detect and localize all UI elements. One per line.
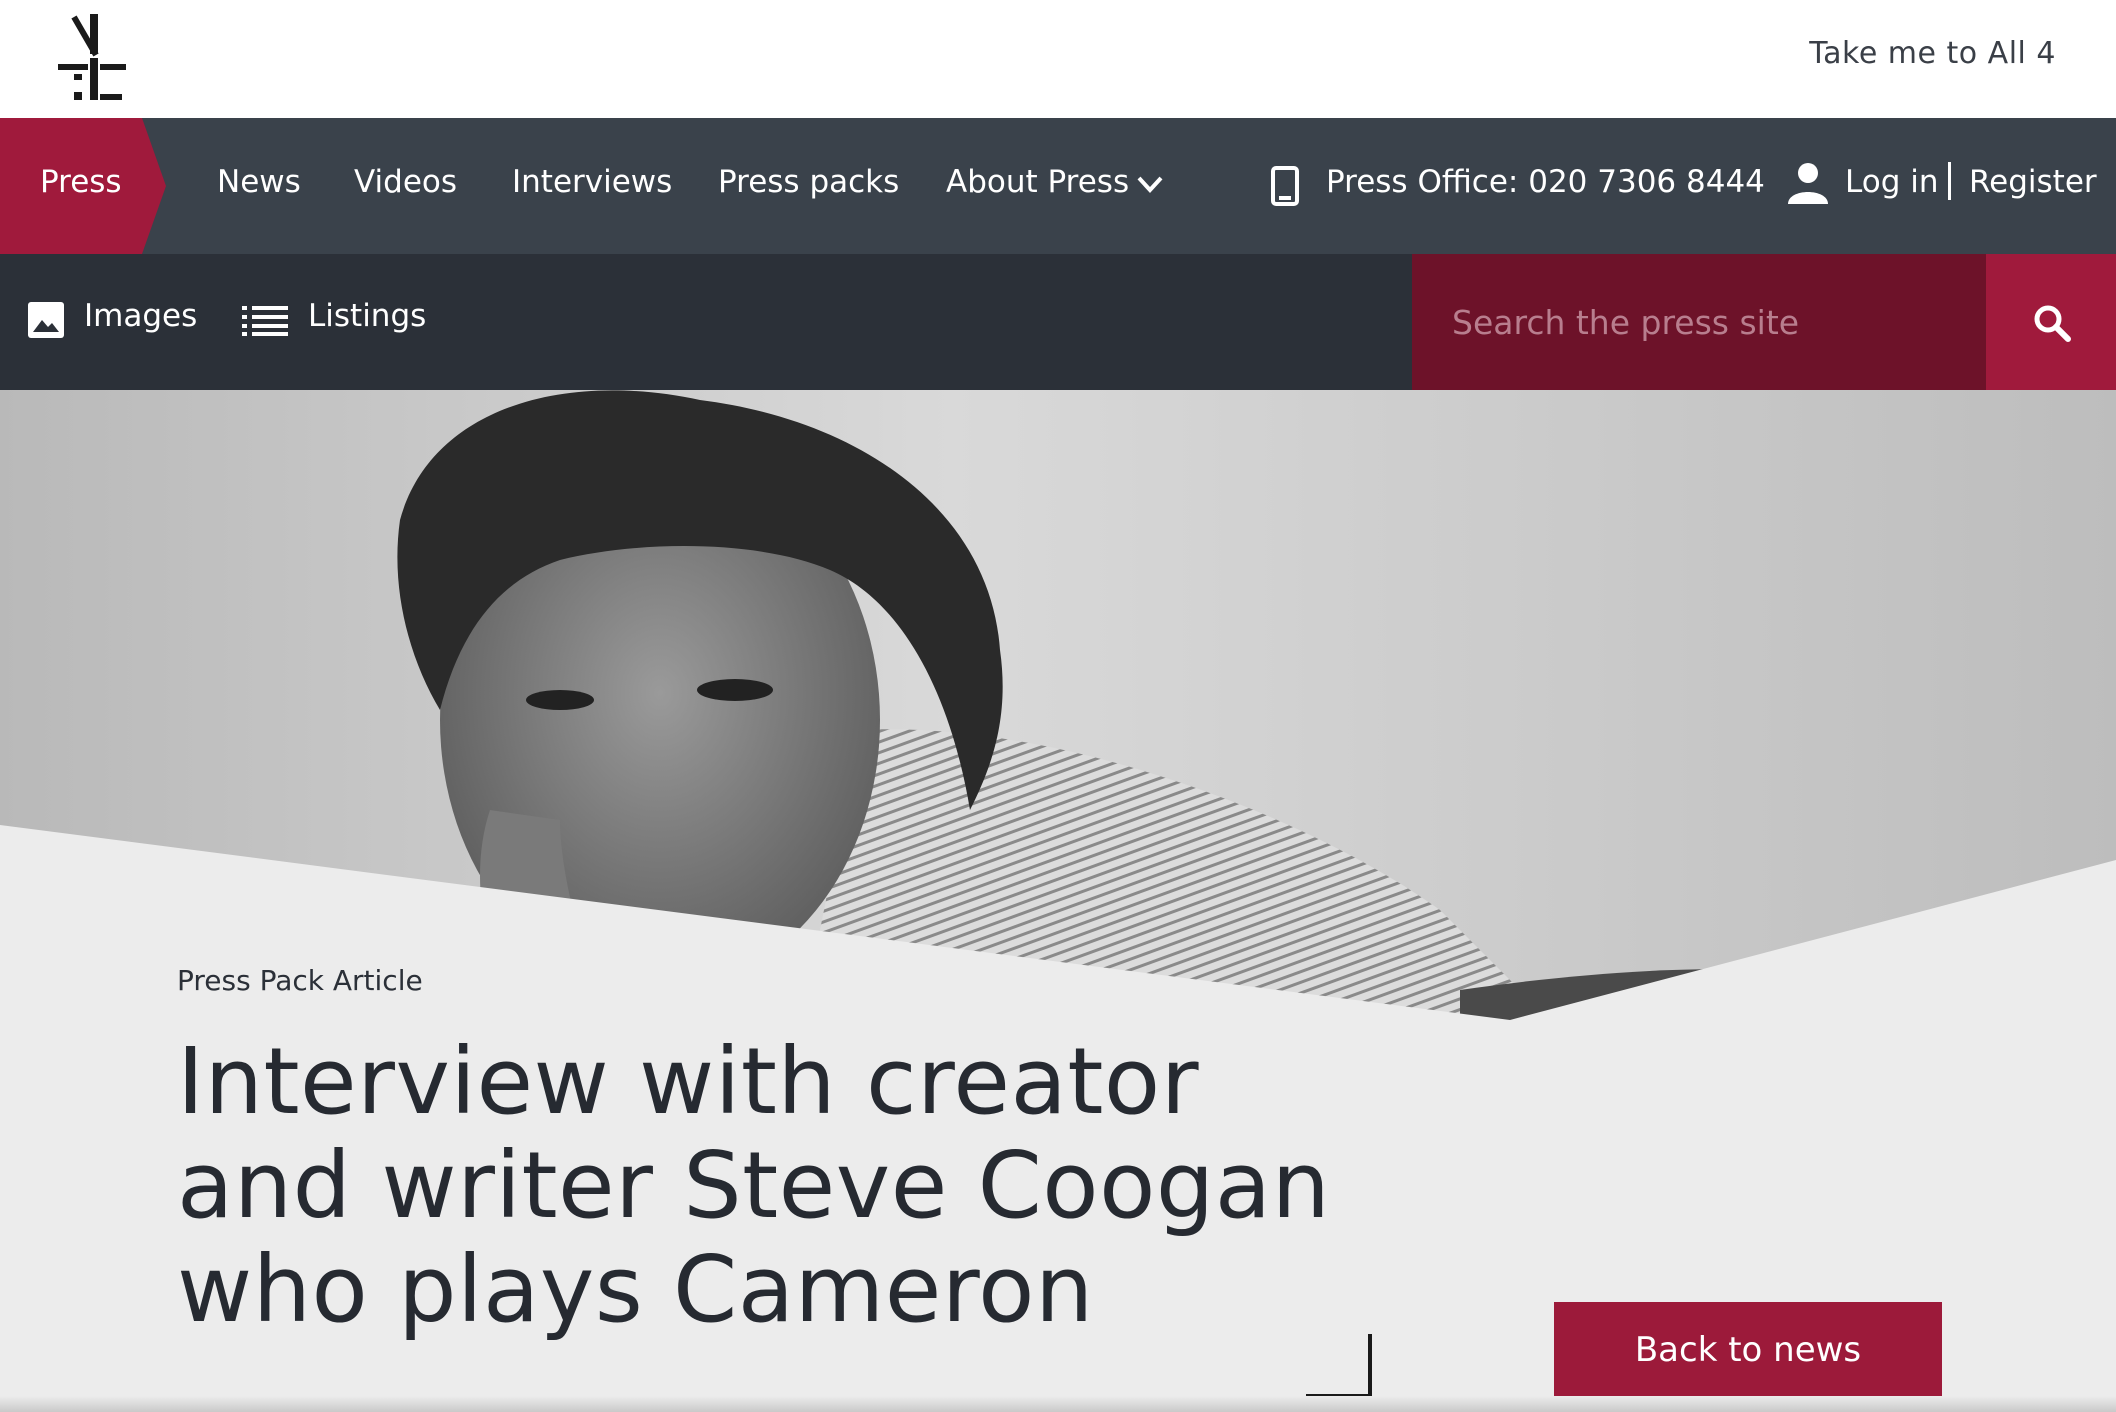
article-title-line-3: who plays Cameron — [177, 1236, 1094, 1343]
search-input[interactable] — [1452, 294, 1962, 350]
search-icon — [2034, 305, 2071, 342]
article-title-line-1: Interview with creator — [177, 1028, 1200, 1135]
press-office-phone: Press Office: 020 7306 8444 — [1326, 164, 1765, 200]
corner-mark — [1306, 1334, 1372, 1398]
phone-icon — [1271, 166, 1299, 206]
nav-interviews[interactable]: Interviews — [512, 164, 672, 200]
article-title: Interview with creator and writer Steve … — [177, 1030, 1477, 1342]
channel-4-logo-icon[interactable] — [56, 12, 128, 106]
login-register-divider — [1948, 162, 1951, 200]
top-header: Take me to All 4 — [0, 0, 2116, 118]
article-kicker: Press Pack Article — [177, 964, 423, 997]
primary-nav: Press News Videos Interviews Press packs… — [0, 118, 2116, 254]
nav-videos[interactable]: Videos — [354, 164, 457, 200]
images-link[interactable]: Images — [84, 298, 197, 334]
nav-press-tab[interactable]: Press — [0, 118, 166, 254]
nav-press-packs[interactable]: Press packs — [718, 164, 899, 200]
list-icon[interactable] — [242, 306, 288, 336]
bottom-shade — [0, 1396, 2116, 1412]
all4-link[interactable]: Take me to All 4 — [1809, 36, 2056, 71]
nav-about-press[interactable]: About Press — [946, 164, 1129, 200]
nav-news[interactable]: News — [217, 164, 301, 200]
user-icon — [1788, 163, 1828, 204]
register-link[interactable]: Register — [1969, 164, 2097, 200]
article-title-line-2: and writer Steve Coogan — [177, 1132, 1331, 1239]
search-box — [1412, 254, 1986, 390]
listings-link[interactable]: Listings — [308, 298, 426, 334]
secondary-nav: Images Listings — [0, 254, 2116, 390]
nav-press-label: Press — [40, 164, 122, 200]
search-button[interactable] — [1986, 254, 2116, 390]
back-to-news-button[interactable]: Back to news — [1554, 1302, 1942, 1398]
login-link[interactable]: Log in — [1845, 164, 1938, 200]
chevron-down-icon[interactable] — [1134, 168, 1166, 200]
image-icon[interactable] — [28, 302, 64, 338]
